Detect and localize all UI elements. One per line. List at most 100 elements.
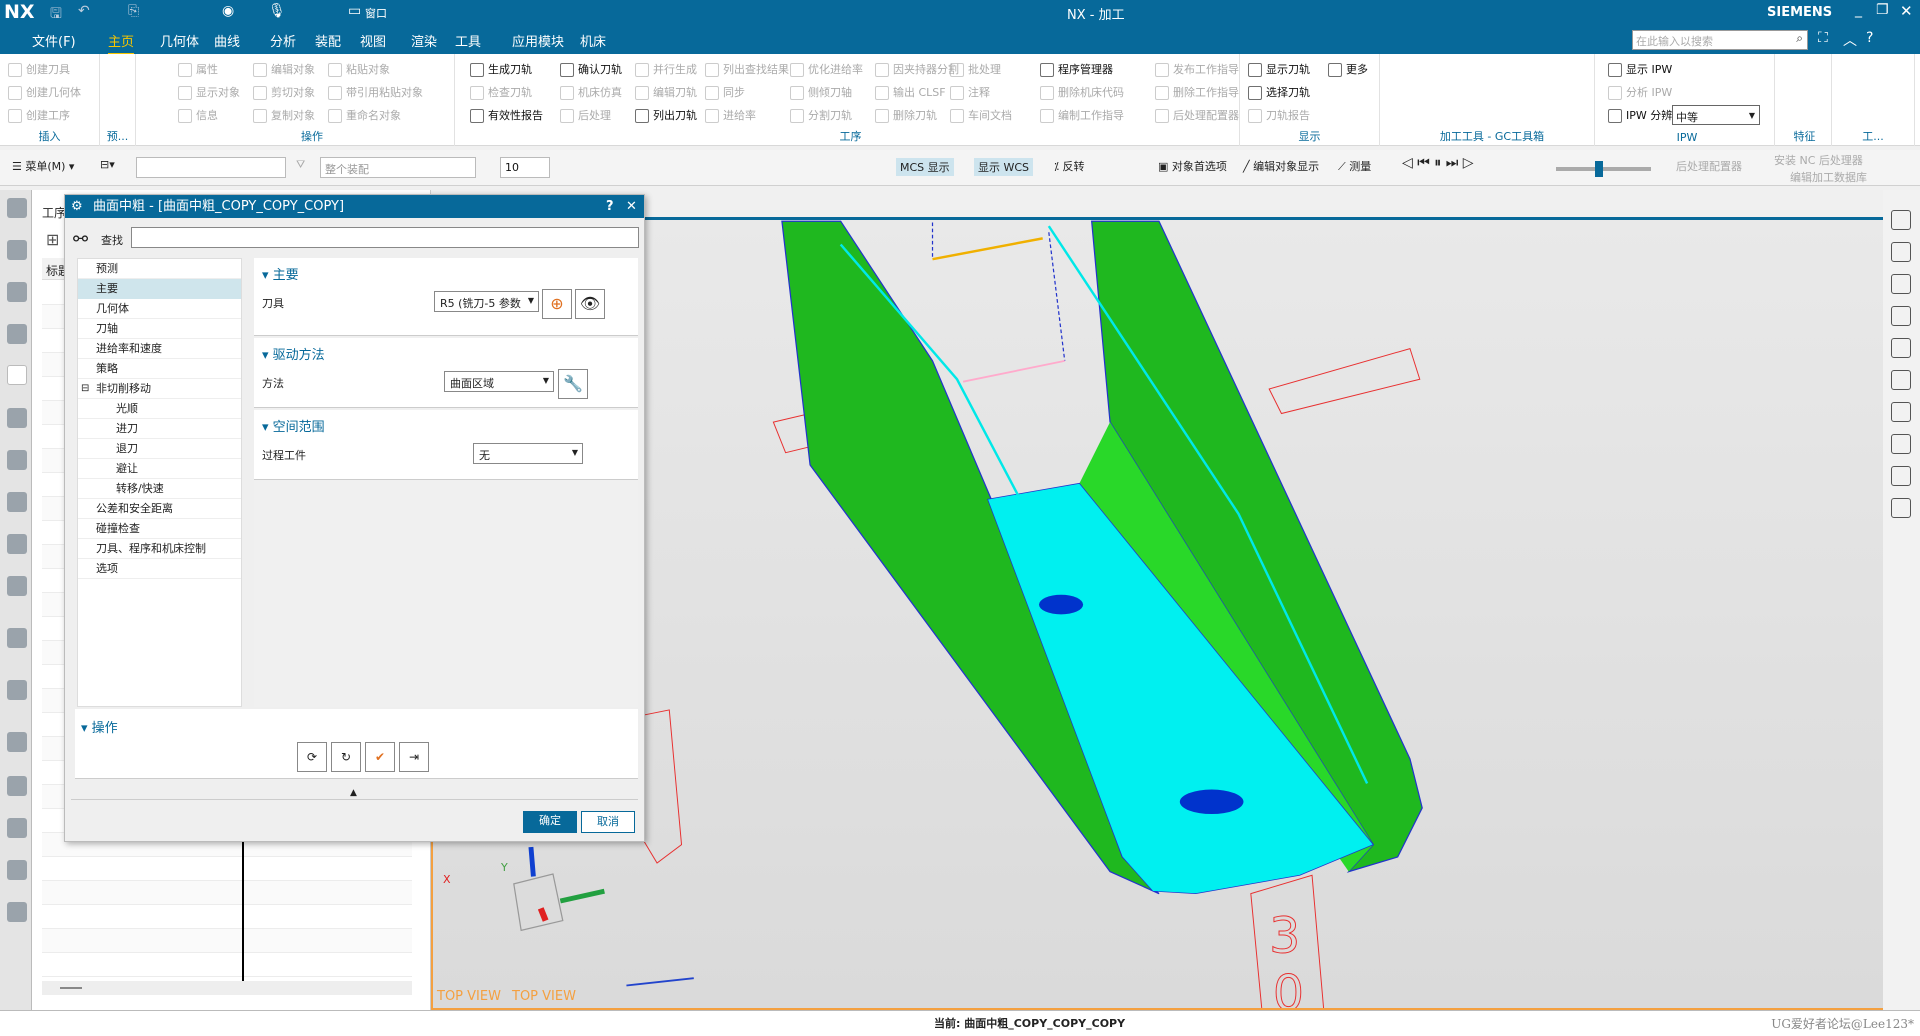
playback-controls[interactable]: ◁ ⏮ ⏸ ⏭ ▷ xyxy=(1402,155,1474,171)
ribbon-button[interactable]: 并行生成 xyxy=(635,58,697,81)
measure-navigator-icon[interactable] xyxy=(7,576,27,596)
reuse-library-icon[interactable] xyxy=(7,282,27,302)
actions-section-header[interactable]: ▾ 操作 xyxy=(81,717,118,736)
view-tool-icon[interactable] xyxy=(1891,274,1911,294)
drive-method-select[interactable]: 曲面区域 xyxy=(444,371,554,392)
tree-node[interactable]: 几何体 xyxy=(78,299,241,319)
main-section-header[interactable]: ▾ 主要 xyxy=(262,264,299,283)
window-icon[interactable]: ▭ xyxy=(348,3,361,19)
menu-tab[interactable]: 机床 xyxy=(580,31,606,50)
ribbon-button[interactable]: 信息 xyxy=(178,104,240,127)
reverse-button[interactable]: ⁒ 反转 xyxy=(1054,158,1084,174)
ipw-resolution-select[interactable]: 中等 ▼ xyxy=(1672,105,1760,125)
count-select[interactable]: 10 xyxy=(500,157,550,178)
ribbon-button[interactable]: 创建工序 xyxy=(8,104,81,127)
ribbon-button[interactable]: 注释 xyxy=(950,81,1012,104)
feature-navigator-icon[interactable] xyxy=(7,534,27,554)
ribbon-button[interactable]: 程序管理器 xyxy=(1040,58,1124,81)
history-icon[interactable] xyxy=(7,732,27,752)
ribbon-button[interactable]: 分割刀轨 xyxy=(790,104,863,127)
view-tool-icon[interactable] xyxy=(1891,338,1911,358)
ribbon-button[interactable]: 显示 IPW xyxy=(1608,58,1683,81)
ribbon-button[interactable]: 带引用粘贴对象 xyxy=(328,81,423,104)
ribbon-button[interactable]: 创建几何体 xyxy=(8,81,81,104)
ribbon-button[interactable]: 同步 xyxy=(705,81,789,104)
install-post-button[interactable]: 安装 NC 后处理器 xyxy=(1774,152,1863,168)
navigator-view-icon[interactable]: ⊞ xyxy=(46,230,59,249)
tool-select[interactable]: R5 (铣刀-5 参数 xyxy=(434,291,539,312)
menu-tab[interactable]: 工具 xyxy=(455,31,481,50)
ribbon-button[interactable]: 车间文档 xyxy=(950,104,1012,127)
ribbon-button[interactable]: 分析 IPW xyxy=(1608,81,1683,104)
generate-button[interactable]: ⟳ xyxy=(297,742,327,772)
ribbon-button[interactable]: 输出 CLSF xyxy=(875,81,959,104)
web-browser-icon[interactable] xyxy=(7,680,27,700)
menu-tab[interactable]: 文件(F) xyxy=(32,31,76,50)
tree-node[interactable]: 公差和安全距离 xyxy=(78,499,241,519)
ribbon-button[interactable]: 生成刀轨 xyxy=(470,58,543,81)
tree-node[interactable]: 光顺 xyxy=(78,399,241,419)
type-filter-icon[interactable]: ⊟▾ xyxy=(100,158,115,171)
ribbon-button[interactable]: 后处理配置器 xyxy=(1155,104,1239,127)
ribbon-button[interactable]: 批处理 xyxy=(950,58,1012,81)
tree-node[interactable]: 转移/快速 xyxy=(78,479,241,499)
edit-object-display-button[interactable]: ╱ 编辑对象显示 xyxy=(1243,158,1319,174)
find-input[interactable] xyxy=(131,227,639,248)
ribbon-button[interactable]: 发布工作指导 xyxy=(1155,58,1239,81)
roles-icon[interactable] xyxy=(7,860,27,880)
part-navigator-icon[interactable] xyxy=(7,324,27,344)
replay-button[interactable]: ↻ xyxy=(331,742,361,772)
close-window-button[interactable]: ✕ xyxy=(1900,2,1913,20)
process-flow-icon[interactable] xyxy=(7,492,27,512)
ribbon-button[interactable]: 删除刀轨 xyxy=(875,104,959,127)
ribbon-button[interactable]: 编辑刀轨 xyxy=(635,81,697,104)
view-tool-icon[interactable] xyxy=(1891,434,1911,454)
menu-tab[interactable]: 曲线 xyxy=(214,31,240,50)
command-search-input[interactable]: 在此输入以搜索 ⌕ xyxy=(1632,30,1808,50)
ribbon-button[interactable]: 侧倾刀轴 xyxy=(790,81,863,104)
close-dialog-button[interactable]: ✕ xyxy=(626,195,637,218)
assembly-icon[interactable] xyxy=(7,240,27,260)
tree-node[interactable]: 避让 xyxy=(78,459,241,479)
ribbon-button[interactable]: 创建刀具 xyxy=(8,58,81,81)
table-row[interactable] xyxy=(42,953,412,977)
tree-node[interactable]: 碰撞检查 xyxy=(78,519,241,539)
menu-tab[interactable]: 分析 xyxy=(270,31,296,50)
menu-tab[interactable]: 主页 xyxy=(108,31,135,56)
machine-builder-icon[interactable] xyxy=(7,902,27,922)
post-configurator-button[interactable]: 后处理配置器 xyxy=(1676,158,1742,174)
tree-node[interactable]: 策略 xyxy=(78,359,241,379)
new-tool-button[interactable]: ⊕ xyxy=(542,289,572,319)
menu-tab[interactable]: 视图 xyxy=(360,31,386,50)
tree-node[interactable]: 非切削移动 ⊟ xyxy=(78,379,241,399)
drive-section-header[interactable]: ▾ 驱动方法 xyxy=(262,344,325,363)
ribbon-button[interactable]: 显示对象 xyxy=(178,81,240,104)
edit-database-button[interactable]: 编辑加工数据库 xyxy=(1790,169,1867,185)
ribbon-button[interactable]: 重命名对象 xyxy=(328,104,423,127)
menu-tab[interactable]: 应用模块 xyxy=(512,31,564,50)
view-tool-icon[interactable] xyxy=(1891,210,1911,230)
save-icon[interactable]: 🖫 xyxy=(50,3,62,27)
tree-node[interactable]: 进刀 xyxy=(78,419,241,439)
ribbon-button[interactable]: 属性 xyxy=(178,58,240,81)
expand-toggle-icon[interactable]: ⊟ xyxy=(81,379,89,399)
tree-node[interactable]: 退刀 xyxy=(78,439,241,459)
edit-tool-button[interactable]: 👁 xyxy=(575,289,605,319)
show-wcs-button[interactable]: 显示 WCS xyxy=(974,158,1034,176)
ribbon-button[interactable]: 删除机床代码 xyxy=(1040,81,1124,104)
restore-button[interactable]: ❐ xyxy=(1876,2,1889,18)
tree-node[interactable]: 刀轴 xyxy=(78,319,241,339)
ribbon-button[interactable]: 后处理 xyxy=(560,104,622,127)
copy-icon[interactable]: ⎘ xyxy=(128,3,139,19)
table-row[interactable] xyxy=(42,857,412,881)
type-filter-select[interactable] xyxy=(136,157,286,178)
view-tool-icon[interactable] xyxy=(1891,370,1911,390)
ribbon-button[interactable]: 选择刀轨 xyxy=(1248,81,1310,104)
system-materials-icon[interactable] xyxy=(7,818,27,838)
menu-button[interactable]: ☰ 菜单(M) ▾ xyxy=(12,158,74,174)
ribbon-button[interactable]: 因夹持器分割 xyxy=(875,58,959,81)
ribbon-button[interactable]: 确认刀轨 xyxy=(560,58,622,81)
settings-icon[interactable] xyxy=(7,198,27,218)
slider-handle[interactable] xyxy=(1594,161,1603,177)
horizontal-scrollbar[interactable] xyxy=(42,981,412,995)
